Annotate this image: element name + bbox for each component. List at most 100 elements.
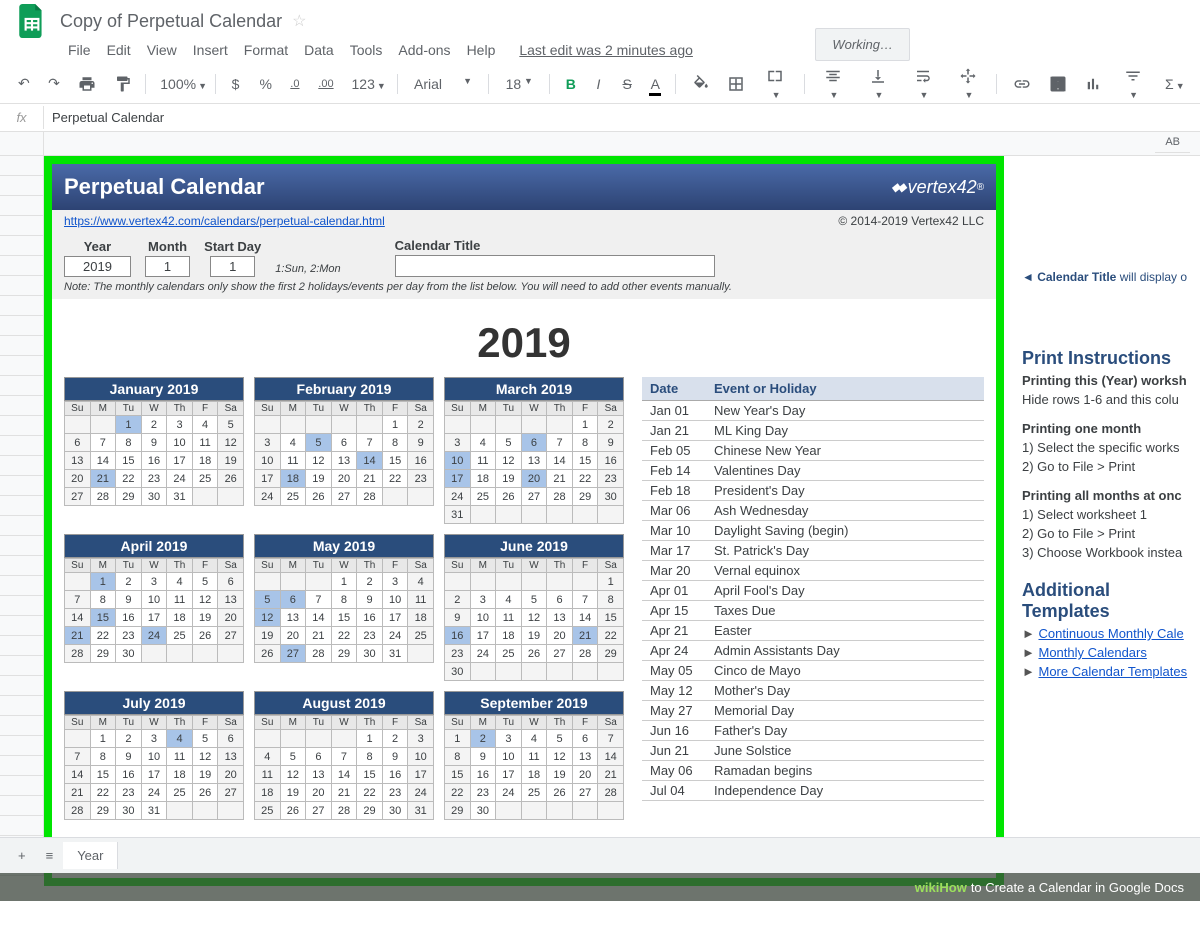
calendar-title-label: Calendar Title <box>395 238 481 253</box>
print-month-step1: 1) Select the specific works <box>1022 440 1200 455</box>
text-color-button[interactable]: A <box>645 72 665 96</box>
insert-link-icon[interactable] <box>1007 70 1035 96</box>
print-instructions-heading: Print Instructions <box>1022 348 1200 369</box>
all-sheets-icon[interactable]: ≡ <box>36 842 64 869</box>
insert-chart-icon[interactable] <box>1078 70 1106 96</box>
event-row[interactable]: Feb 14Valentines Day <box>642 461 984 481</box>
column-headers[interactable] <box>44 132 1200 156</box>
event-row[interactable]: Apr 24Admin Assistants Day <box>642 641 984 661</box>
event-row[interactable]: Jan 21ML King Day <box>642 421 984 441</box>
insert-comment-icon[interactable] <box>1043 70 1071 96</box>
star-icon[interactable]: ☆ <box>292 11 306 31</box>
menu-tools[interactable]: Tools <box>342 38 391 62</box>
horizontal-align-button[interactable]: ▼ <box>814 62 851 104</box>
print-icon[interactable] <box>72 70 100 96</box>
formula-input[interactable]: Perpetual Calendar <box>44 106 1200 129</box>
additional-templates-heading: Additional Templates <box>1022 580 1200 622</box>
filter-icon[interactable]: ▼ <box>1114 62 1151 104</box>
last-edit-link[interactable]: Last edit was 2 minutes ago <box>511 38 701 62</box>
document-title[interactable]: Copy of Perpetual Calendar <box>60 11 282 32</box>
decrease-decimal-icon[interactable]: .0 <box>284 74 304 94</box>
startday-input[interactable]: 1 <box>210 256 255 277</box>
event-row[interactable]: May 27Memorial Day <box>642 701 984 721</box>
menu-file[interactable]: File <box>60 38 99 62</box>
calendar-title-input[interactable] <box>395 255 715 277</box>
event-row[interactable]: Mar 20Vernal equinox <box>642 561 984 581</box>
menu-format[interactable]: Format <box>236 38 296 62</box>
font-select[interactable]: Arial▼ <box>408 72 478 96</box>
menu-insert[interactable]: Insert <box>185 38 236 62</box>
paint-format-icon[interactable] <box>108 70 136 96</box>
month-calendar: February 2019SuMTuWThFSa1234567891011121… <box>254 377 434 524</box>
link-continuous-monthly[interactable]: Continuous Monthly Cale <box>1038 626 1183 641</box>
print-all-step1: 1) Select worksheet 1 <box>1022 507 1200 522</box>
select-all-corner[interactable] <box>0 132 44 156</box>
event-row[interactable]: Mar 06Ash Wednesday <box>642 501 984 521</box>
event-row[interactable]: Mar 10Daylight Saving (begin) <box>642 521 984 541</box>
wikihow-title: to Create a Calendar in Google Docs <box>971 880 1184 895</box>
format-percent-icon[interactable]: % <box>254 72 277 96</box>
event-row[interactable]: Apr 21Easter <box>642 621 984 641</box>
event-row[interactable]: May 06Ramadan begins <box>642 761 984 781</box>
merge-cells-button[interactable]: ▼ <box>757 62 794 104</box>
toolbar: ↶ ↷ 100%▼ $ % .0 .00 123▼ Arial▼ 18▼ B I… <box>0 64 1200 104</box>
menu-addons[interactable]: Add-ons <box>390 38 458 62</box>
event-row[interactable]: Feb 05Chinese New Year <box>642 441 984 461</box>
wikihow-caption: wikiHow to Create a Calendar in Google D… <box>0 873 1200 901</box>
event-row[interactable]: Jan 01New Year's Day <box>642 401 984 421</box>
bold-button[interactable]: B <box>560 72 581 96</box>
column-header-ab[interactable]: AB <box>1155 132 1190 153</box>
borders-button[interactable] <box>721 70 749 96</box>
menu-edit[interactable]: Edit <box>99 38 139 62</box>
template-url-link[interactable]: https://www.vertex42.com/calendars/perpe… <box>64 214 385 228</box>
calendar-note: Note: The monthly calendars only show th… <box>52 279 996 299</box>
italic-button[interactable]: I <box>588 72 608 96</box>
menu-view[interactable]: View <box>139 38 185 62</box>
increase-decimal-icon[interactable]: .00 <box>312 74 337 94</box>
format-currency-icon[interactable]: $ <box>226 72 246 96</box>
year-input[interactable]: 2019 <box>64 256 131 277</box>
redo-icon[interactable]: ↷ <box>42 71 64 96</box>
event-row[interactable]: May 05Cinco de Mayo <box>642 661 984 681</box>
row-headers[interactable] <box>0 156 44 876</box>
add-sheet-icon[interactable]: + <box>8 842 36 869</box>
month-calendar: June 2019SuMTuWThFSa12345678910111213141… <box>444 534 624 681</box>
calendar-title-hint: ◄ Calendar Title will display o <box>1022 270 1200 284</box>
print-all-subheading: Printing all months at onc <box>1022 488 1200 503</box>
instructions-panel: ◄ Calendar Title will display o Print In… <box>1014 156 1200 683</box>
menu-help[interactable]: Help <box>459 38 504 62</box>
more-formats-select[interactable]: 123▼ <box>346 72 388 96</box>
print-year-text: Hide rows 1-6 and this colu <box>1022 392 1200 407</box>
strikethrough-button[interactable]: S <box>616 72 636 96</box>
link-more-templates[interactable]: More Calendar Templates <box>1038 664 1187 679</box>
menu-data[interactable]: Data <box>296 38 342 62</box>
functions-icon[interactable]: Σ▼ <box>1159 72 1188 96</box>
event-row[interactable]: Apr 15Taxes Due <box>642 601 984 621</box>
event-row[interactable]: Apr 01April Fool's Day <box>642 581 984 601</box>
link-monthly-calendars[interactable]: Monthly Calendars <box>1038 645 1146 660</box>
events-table: Date Event or Holiday Jan 01New Year's D… <box>642 377 984 820</box>
fx-icon[interactable]: fx <box>0 106 44 129</box>
text-wrap-button[interactable]: ▼ <box>904 62 941 104</box>
fill-color-button[interactable] <box>686 70 714 96</box>
event-row[interactable]: May 12Mother's Day <box>642 681 984 701</box>
sheet-tab-year[interactable]: Year <box>63 842 118 869</box>
undo-icon[interactable]: ↶ <box>12 71 34 96</box>
sheets-logo-icon[interactable] <box>12 1 52 41</box>
print-all-step2: 2) Go to File > Print <box>1022 526 1200 541</box>
event-row[interactable]: Mar 17St. Patrick's Day <box>642 541 984 561</box>
zoom-select[interactable]: 100%▼ <box>156 74 204 94</box>
print-all-step3: 3) Choose Workbook instea <box>1022 545 1200 560</box>
vertical-align-button[interactable]: ▼ <box>859 62 896 104</box>
month-input[interactable]: 1 <box>145 256 190 277</box>
event-row[interactable]: Jul 04Independence Day <box>642 781 984 801</box>
calendar-title: Perpetual Calendar <box>64 174 265 200</box>
event-row[interactable]: Jun 21June Solstice <box>642 741 984 761</box>
font-size-select[interactable]: 18▼ <box>499 72 539 96</box>
text-rotation-button[interactable]: ▼ <box>949 62 986 104</box>
event-row[interactable]: Jun 16Father's Day <box>642 721 984 741</box>
month-calendar: September 2019SuMTuWThFSa123456789101112… <box>444 691 624 820</box>
event-row[interactable]: Feb 18President's Day <box>642 481 984 501</box>
vertex42-logo: vertex42® <box>891 177 984 198</box>
months-grid: January 2019SuMTuWThFSa12345678910111213… <box>64 377 624 820</box>
